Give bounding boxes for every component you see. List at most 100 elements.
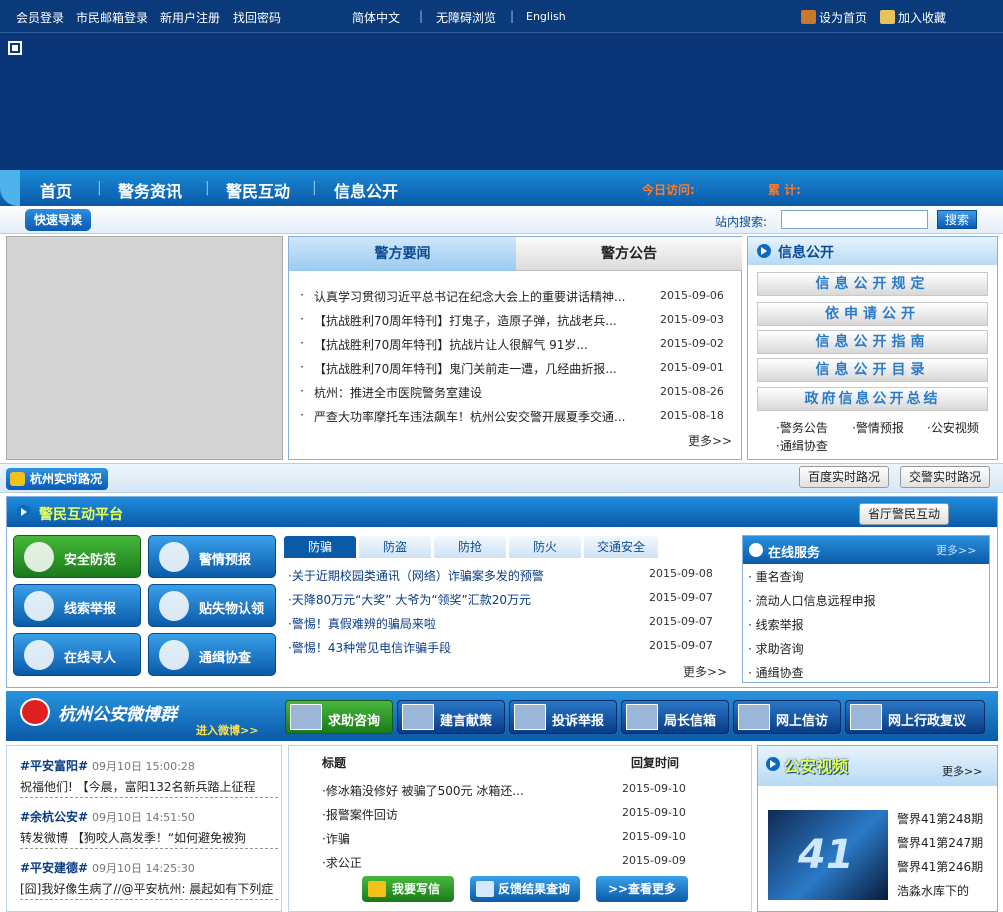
fraud-title[interactable]: ·天降80万元“大奖” 大爷为“领奖”汇款20万元	[288, 591, 531, 608]
tab-suggestions[interactable]: 建言献策	[397, 700, 505, 734]
tab-online-petition[interactable]: 网上信访	[733, 700, 841, 734]
list-item[interactable]: ·关于近期校园类通讯（网络）诈骗案多发的预警 2015-09-08	[288, 567, 718, 587]
weibo-post-text[interactable]: [囧]我好像生病了//@平安杭州: 晨起如有下列症	[20, 880, 278, 897]
view-more-button[interactable]: >>查看更多	[596, 876, 688, 902]
list-item[interactable]: · 流动人口信息远程申报	[748, 592, 876, 609]
video-thumbnail[interactable]: 41	[768, 810, 888, 900]
fraud-title[interactable]: ·警惕！43种常见电信诈骗手段	[288, 639, 451, 656]
online-service-panel: 在线服务 更多>>	[742, 535, 990, 683]
safety-prevention-button[interactable]: 安全防范	[13, 535, 141, 578]
tab-anti-fraud[interactable]: 防骗	[284, 536, 356, 558]
list-item[interactable]: ·天降80万元“大奖” 大爷为“领奖”汇款20万元 2015-09-07	[288, 591, 718, 611]
video-link[interactable]: 警界41第247期	[897, 834, 983, 851]
list-item[interactable]: · 通缉协查	[748, 664, 804, 681]
tab-anti-theft[interactable]: 防盗	[359, 536, 431, 558]
simplified-chinese-link[interactable]: 简体中文	[352, 9, 400, 26]
tab-help-consult[interactable]: 求助咨询	[285, 700, 393, 734]
info-guide-button[interactable]: 信息公开指南	[757, 330, 988, 354]
video-link[interactable]: 浩淼水库下的	[897, 882, 969, 899]
online-service-more-link[interactable]: 更多>>	[936, 542, 976, 558]
write-letter-button[interactable]: 我要写信	[362, 876, 454, 902]
news-title[interactable]: 严查大功率摩托车违法飙车！杭州公安交警开展夏季交通...	[314, 408, 654, 425]
consult-title[interactable]: ·修冰箱没修好 被骗了500元 冰箱还...	[322, 782, 524, 799]
list-item[interactable]: · 【抗战胜利70周年特刊】鬼门关前走一遭，几经曲折报... 2015-09-01	[300, 358, 730, 378]
fraud-title[interactable]: ·关于近期校园类通讯（网络）诈骗案多发的预警	[288, 567, 544, 584]
tab-police-news[interactable]: 警方要闻	[289, 237, 516, 271]
news-title[interactable]: 【抗战胜利70周年特刊】打鬼子，造原子弹，抗战老兵...	[314, 312, 654, 329]
news-more-link[interactable]: 更多>>	[688, 432, 732, 449]
nav-interaction[interactable]: 警民互动	[226, 178, 290, 202]
fraud-more-link[interactable]: 更多>>	[683, 663, 727, 680]
video-link[interactable]: 警界41第246期	[897, 858, 983, 875]
add-favorite-link[interactable]: 加入收藏	[880, 9, 946, 26]
news-title[interactable]: 【抗战胜利70周年特刊】抗战片让人很解气 91岁...	[314, 336, 654, 353]
feedback-query-button[interactable]: 反馈结果查询	[470, 876, 580, 902]
list-item[interactable]: · 杭州：推进全市医院警务室建设 2015-08-26	[300, 382, 730, 402]
member-login-link[interactable]: 会员登录	[16, 9, 64, 26]
consult-title[interactable]: ·求公正	[322, 854, 362, 871]
register-link[interactable]: 新用户注册	[160, 9, 220, 26]
clue-report-button[interactable]: 线索举报	[13, 584, 141, 627]
weibo-post-text[interactable]: 祝福他们! 【今晨，富阳132名新兵踏上征程	[20, 778, 278, 795]
baidu-traffic-button[interactable]: 百度实时路况	[799, 466, 890, 488]
lost-property-button[interactable]: 贴失物认领	[148, 584, 276, 627]
list-item[interactable]: · 【抗战胜利70周年特刊】打鬼子，造原子弹，抗战老兵... 2015-09-03	[300, 310, 730, 330]
list-item[interactable]: · 重名查询	[748, 568, 804, 585]
consult-title[interactable]: ·诈骗	[322, 830, 350, 847]
wanted-assist-link[interactable]: ·通缉协查	[776, 437, 828, 454]
tab-director-mailbox[interactable]: 局长信箱	[621, 700, 729, 734]
info-rules-button[interactable]: 信息公开规定	[757, 272, 988, 296]
nav-info-disclosure[interactable]: 信息公开	[334, 178, 398, 202]
tab-online-reconsideration[interactable]: 网上行政复议	[845, 700, 985, 734]
divider: |	[312, 180, 317, 196]
info-catalog-button[interactable]: 信息公开目录	[757, 358, 988, 382]
alert-forecast-button[interactable]: 警情预报	[148, 535, 276, 578]
set-home-link[interactable]: 设为首页	[801, 9, 867, 26]
divider: |	[510, 9, 515, 23]
news-title[interactable]: 【抗战胜利70周年特刊】鬼门关前走一遭，几经曲折报...	[314, 360, 654, 377]
news-title[interactable]: 认真学习贯彻习近平总书记在纪念大会上的重要讲话精神...	[314, 288, 654, 305]
police-video-link[interactable]: ·公安视频	[927, 419, 979, 436]
info-by-request-button[interactable]: 依申请公开	[757, 302, 988, 326]
list-item[interactable]: · 【抗战胜利70周年特刊】抗战片让人很解气 91岁... 2015-09-02	[300, 334, 730, 354]
tab-police-notices[interactable]: 警方公告	[516, 237, 742, 271]
police-traffic-button[interactable]: 交警实时路况	[900, 466, 991, 488]
recover-password-link[interactable]: 找回密码	[233, 9, 281, 26]
list-item[interactable]: ·警惕！真假难辨的骗局来啦 2015-09-07	[288, 615, 718, 635]
alert-forecast-link[interactable]: ·警情预报	[852, 419, 904, 436]
hangzhou-traffic-label[interactable]: 杭州实时路况	[6, 468, 109, 490]
quick-guide-button[interactable]: 快速导读	[25, 209, 91, 231]
list-item[interactable]: · 严查大功率摩托车违法飙车！杭州公安交警开展夏季交通... 2015-08-18	[300, 406, 730, 426]
enter-weibo-link[interactable]: 进入微博>>	[196, 722, 258, 738]
search-input[interactable]	[781, 210, 928, 229]
weibo-post-text[interactable]: 转发微博 【狗咬人高发季！“如何避免被狗	[20, 829, 278, 846]
english-link[interactable]: English	[526, 10, 566, 23]
police-video-more-link[interactable]: 更多>>	[942, 763, 982, 779]
tab-fire-prevention[interactable]: 防火	[509, 536, 581, 558]
news-title[interactable]: 杭州：推进全市医院警务室建设	[314, 384, 654, 401]
list-item[interactable]: · 线索举报	[748, 616, 804, 633]
consult-title[interactable]: ·报警案件回访	[322, 806, 398, 823]
citizen-mail-login-link[interactable]: 市民邮箱登录	[76, 9, 148, 26]
wanted-assist-button[interactable]: 通缉协查	[148, 633, 276, 676]
province-interaction-button[interactable]: 省厅警民互动	[859, 503, 950, 525]
accessibility-link[interactable]: 无障碍浏览	[436, 9, 496, 26]
nav-home[interactable]: 首页	[40, 178, 72, 202]
online-search-person-button[interactable]: 在线寻人	[13, 633, 141, 676]
weibo-group-title[interactable]: 杭州公安微博群	[58, 700, 177, 725]
tab-anti-robbery[interactable]: 防抢	[434, 536, 506, 558]
police-notice-link[interactable]: ·警务公告	[776, 419, 828, 436]
list-item[interactable]: ·警惕！43种常见电信诈骗手段 2015-09-07	[288, 639, 718, 659]
video-link[interactable]: 警界41第248期	[897, 810, 983, 827]
list-item[interactable]: · 求助咨询	[748, 640, 804, 657]
info-summary-button[interactable]: 政府信息公开总结	[757, 387, 988, 411]
featured-image-placeholder[interactable]	[6, 236, 283, 460]
nav-police-news[interactable]: 警务资讯	[118, 178, 182, 202]
tab-complaint[interactable]: 投诉举报	[509, 700, 617, 734]
search-button[interactable]: 搜索	[937, 210, 977, 229]
fraud-title[interactable]: ·警惕！真假难辨的骗局来啦	[288, 615, 436, 632]
tab-traffic-safety[interactable]: 交通安全	[584, 536, 658, 558]
column-header-title: 标题	[322, 756, 347, 770]
consult-date: 2015-09-10	[622, 782, 686, 795]
list-item[interactable]: · 认真学习贯彻习近平总书记在纪念大会上的重要讲话精神... 2015-09-06	[300, 286, 730, 306]
